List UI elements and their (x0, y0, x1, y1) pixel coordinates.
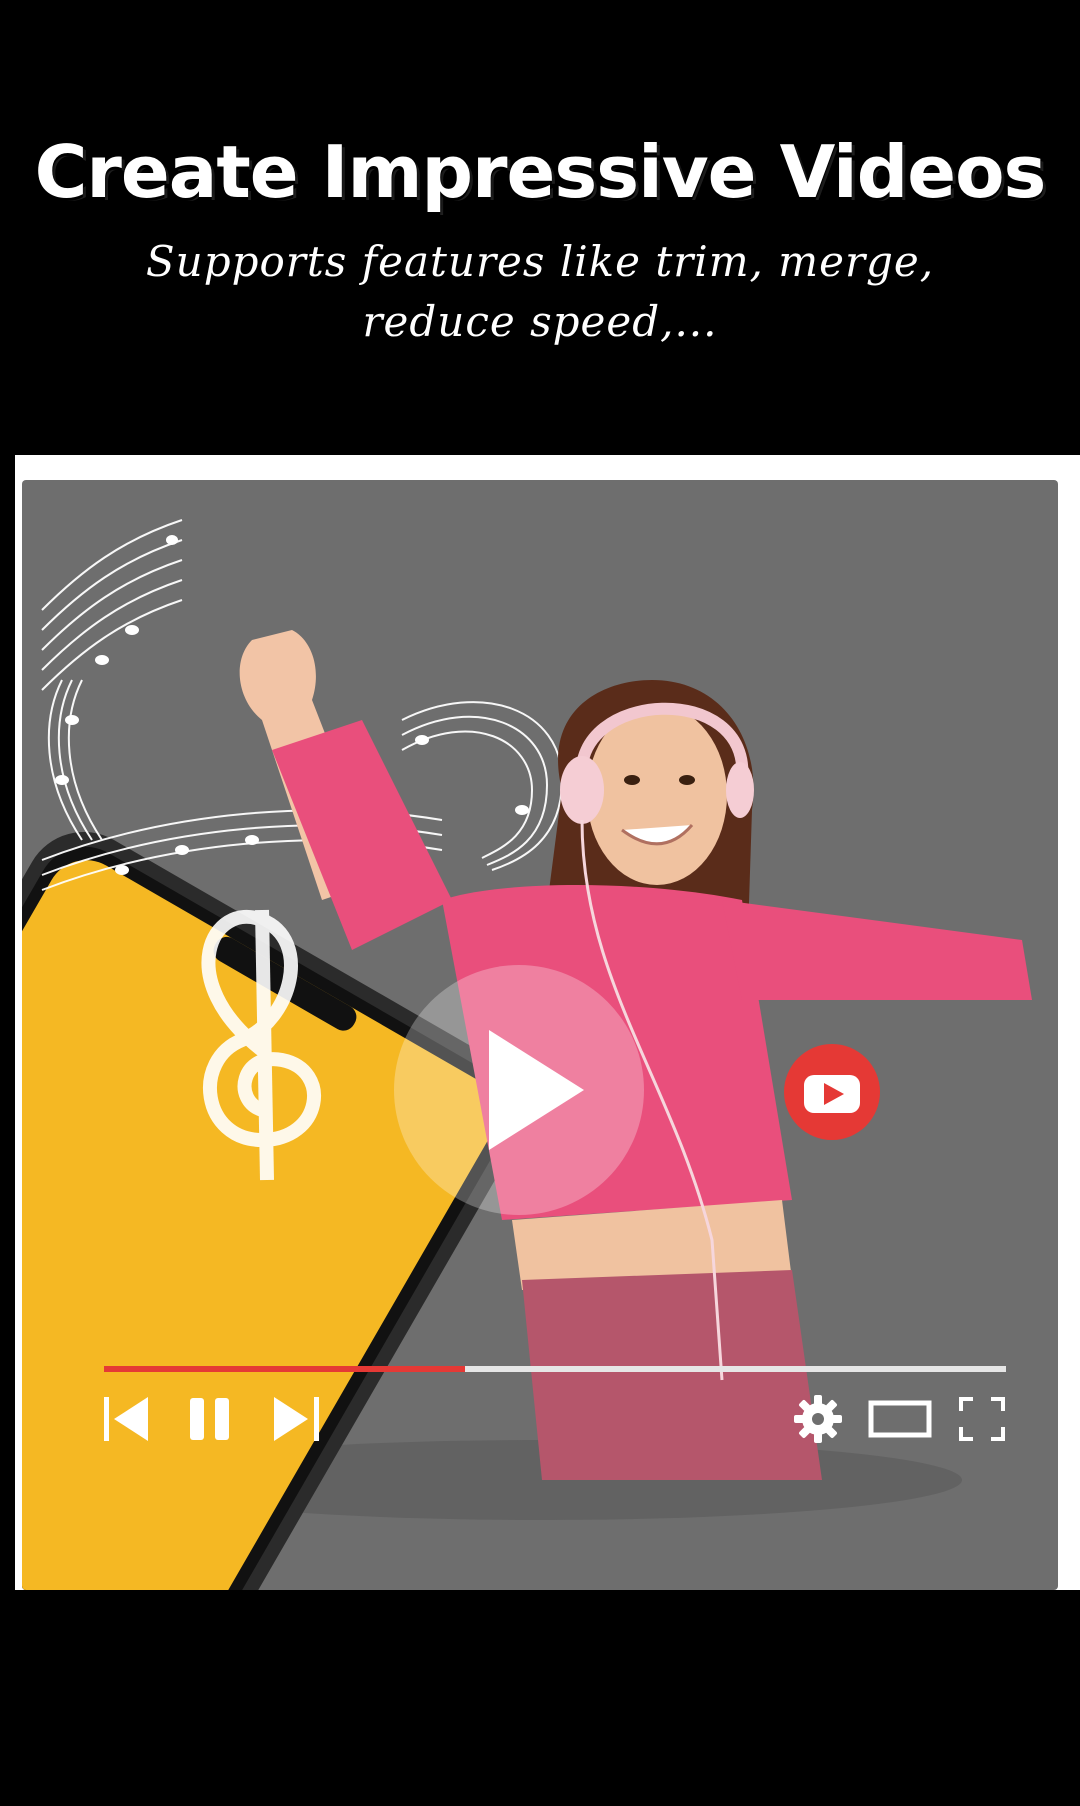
progress-bar[interactable] (104, 1366, 1006, 1372)
pause-button[interactable] (188, 1393, 232, 1445)
video-player[interactable] (22, 480, 1058, 1590)
promo-page: Create Impressive Videos Supports featur… (0, 0, 1080, 1806)
fullscreen-icon (959, 1397, 1005, 1441)
fullscreen-button[interactable] (958, 1393, 1006, 1445)
youtube-logo-icon (784, 1044, 880, 1140)
headline: Create Impressive Videos (34, 130, 1047, 214)
play-icon (489, 1030, 584, 1150)
theater-mode-button[interactable] (868, 1393, 932, 1445)
subheadline: Supports features like trim, merge, redu… (145, 237, 935, 346)
next-button[interactable] (272, 1393, 322, 1445)
previous-button[interactable] (102, 1393, 152, 1445)
gear-icon (794, 1395, 842, 1443)
settings-button[interactable] (792, 1393, 844, 1445)
skip-previous-icon (104, 1397, 148, 1441)
theater-mode-icon (868, 1400, 932, 1438)
progress-bar-filled (104, 1366, 465, 1372)
play-button[interactable] (394, 965, 644, 1215)
skip-next-icon (274, 1397, 319, 1441)
pause-icon (190, 1398, 229, 1440)
